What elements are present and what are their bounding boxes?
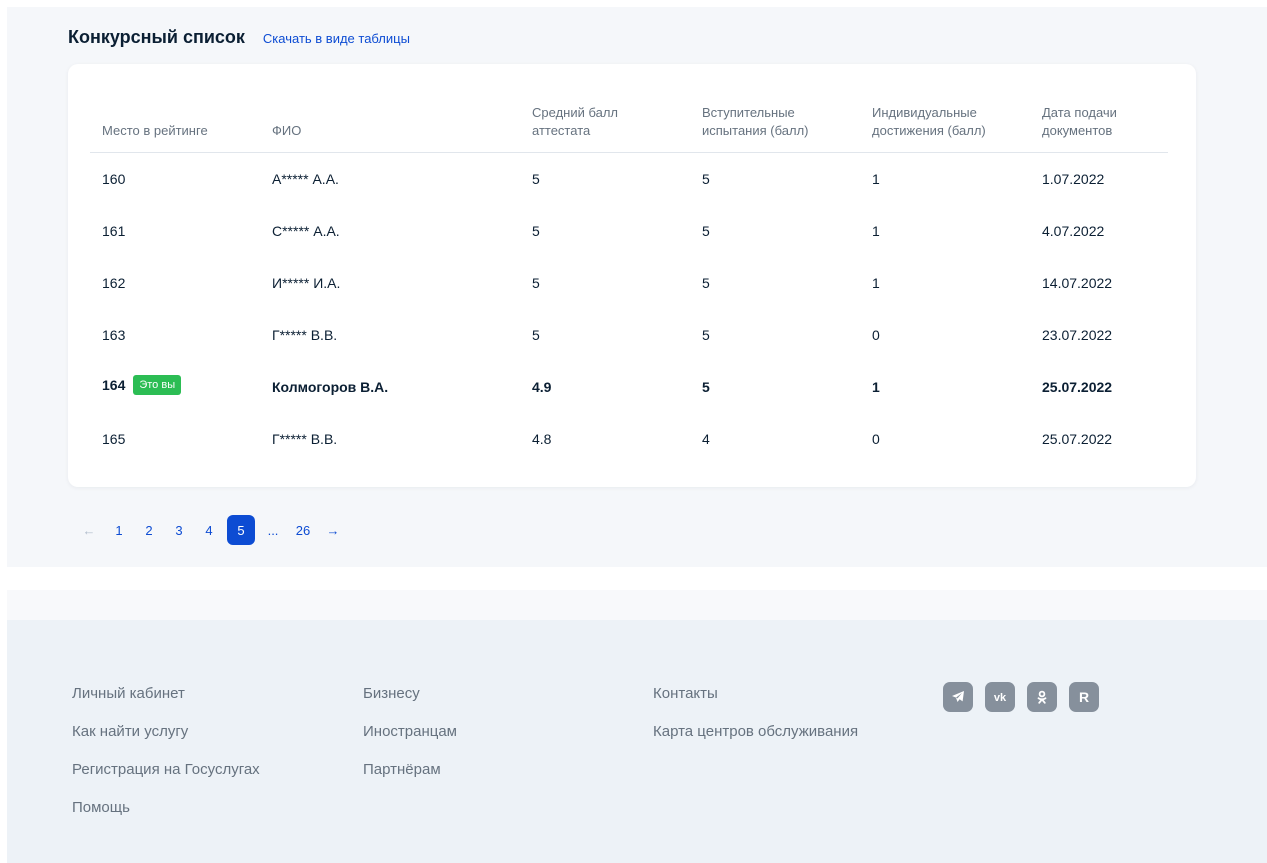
cell-achievements: 1 xyxy=(872,379,880,395)
cell-rank: 164 Это вы xyxy=(102,375,182,395)
table-row: 163 Г***** В.В. 5 5 0 23.07.2022 xyxy=(90,309,1168,361)
odnoklassniki-icon[interactable] xyxy=(1027,682,1057,712)
pagination-ellipsis: ... xyxy=(267,522,279,538)
table-row-current-user: 164 Это вы Колмогоров В.А. 4.9 5 1 25.07… xyxy=(90,361,1168,413)
footer-column-audiences: Бизнесу Иностранцам Партнёрам xyxy=(363,682,457,782)
current-user-badge: Это вы xyxy=(133,375,182,395)
header-average-score: Средний балл аттестата xyxy=(532,105,619,138)
header-submission-date: Дата подачи документов xyxy=(1042,105,1117,138)
cell-rank: 161 xyxy=(102,223,126,239)
page-1-button[interactable]: 1 xyxy=(104,515,134,545)
page-4-button[interactable]: 4 xyxy=(194,515,224,545)
cell-name: Г***** В.В. xyxy=(272,327,338,343)
table-row: 160 А***** А.А. 5 5 1 1.07.2022 xyxy=(90,153,1168,205)
footer-link-registration[interactable]: Регистрация на Госуслугах xyxy=(72,758,260,782)
table-row: 165 Г***** В.В. 4.8 4 0 25.07.2022 xyxy=(90,413,1168,465)
cell-achievements: 0 xyxy=(872,327,880,343)
cell-exam-score: 5 xyxy=(702,171,710,187)
vk-icon[interactable]: vk xyxy=(985,682,1015,712)
cell-average-score: 5 xyxy=(532,171,540,187)
page-5-button-current[interactable]: 5 xyxy=(227,515,255,545)
footer-link-help[interactable]: Помощь xyxy=(72,796,260,820)
cell-average-score: 4.9 xyxy=(532,379,552,395)
cell-date: 14.07.2022 xyxy=(1042,275,1113,291)
header-achievements: Индивидуальные достижения (балл) xyxy=(872,105,986,138)
site-footer: Личный кабинет Как найти услугу Регистра… xyxy=(7,620,1267,863)
telegram-icon[interactable] xyxy=(943,682,973,712)
cell-name: А***** А.А. xyxy=(272,171,339,187)
table-row: 162 И***** И.А. 5 5 1 14.07.2022 xyxy=(90,257,1168,309)
cell-date: 25.07.2022 xyxy=(1042,431,1113,447)
page-2-button[interactable]: 2 xyxy=(134,515,164,545)
footer-link-service-centers-map[interactable]: Карта центров обслуживания xyxy=(653,720,858,744)
header-rank: Место в рейтинге xyxy=(102,123,208,138)
footer-link-personal-account[interactable]: Личный кабинет xyxy=(72,682,260,706)
cell-achievements: 1 xyxy=(872,223,880,239)
cell-name: И***** И.А. xyxy=(272,275,341,291)
footer-link-find-service[interactable]: Как найти услугу xyxy=(72,720,260,744)
cell-exam-score: 5 xyxy=(702,327,710,343)
header-entrance-exams: Вступительные испытания (балл) xyxy=(702,105,809,138)
cell-rank: 165 xyxy=(102,431,126,447)
cell-average-score: 5 xyxy=(532,327,540,343)
cell-name: Г***** В.В. xyxy=(272,431,338,447)
cell-average-score: 5 xyxy=(532,223,540,239)
cell-date: 23.07.2022 xyxy=(1042,327,1113,343)
footer-link-foreigners[interactable]: Иностранцам xyxy=(363,720,457,744)
next-page-button[interactable]: → xyxy=(318,515,348,545)
page-3-button[interactable]: 3 xyxy=(164,515,194,545)
cell-exam-score: 4 xyxy=(702,431,710,447)
section-divider xyxy=(7,590,1267,620)
social-links: vk R xyxy=(943,682,1099,712)
footer-column-contacts: Контакты Карта центров обслуживания xyxy=(653,682,858,744)
header-name: ФИО xyxy=(272,123,302,138)
prev-page-button[interactable]: ← xyxy=(74,515,104,545)
page-title: Конкурсный список xyxy=(68,27,245,47)
cell-average-score: 4.8 xyxy=(532,431,552,447)
cell-exam-score: 5 xyxy=(702,275,710,291)
table-row: 161 С***** А.А. 5 5 1 4.07.2022 xyxy=(90,205,1168,257)
cell-rank: 160 xyxy=(102,171,126,187)
cell-date: 1.07.2022 xyxy=(1042,171,1105,187)
table-header: Место в рейтинге ФИО Средний балл аттеста… xyxy=(90,64,1168,153)
section-header: Конкурсный список Скачать в виде таблицы xyxy=(68,27,410,48)
cell-rank: 163 xyxy=(102,327,126,343)
footer-link-business[interactable]: Бизнесу xyxy=(363,682,457,706)
download-table-link[interactable]: Скачать в виде таблицы xyxy=(263,31,410,46)
svg-text:vk: vk xyxy=(994,692,1007,704)
ranking-table-card: Место в рейтинге ФИО Средний балл аттеста… xyxy=(68,64,1196,487)
cell-date: 25.07.2022 xyxy=(1042,379,1113,395)
svg-text:R: R xyxy=(1079,689,1089,705)
cell-achievements: 1 xyxy=(872,171,880,187)
cell-achievements: 1 xyxy=(872,275,880,291)
pagination: ← 1 2 3 4 5 ... 26 → xyxy=(74,515,348,545)
cell-name: С***** А.А. xyxy=(272,223,340,239)
cell-rank: 162 xyxy=(102,275,126,291)
page-26-button[interactable]: 26 xyxy=(288,515,318,545)
cell-name: Колмогоров В.А. xyxy=(272,379,389,395)
footer-link-contacts[interactable]: Контакты xyxy=(653,682,858,706)
rank-value: 164 xyxy=(102,377,126,393)
cell-date: 4.07.2022 xyxy=(1042,223,1105,239)
footer-link-partners[interactable]: Партнёрам xyxy=(363,758,457,782)
rutube-icon[interactable]: R xyxy=(1069,682,1099,712)
cell-average-score: 5 xyxy=(532,275,540,291)
cell-exam-score: 5 xyxy=(702,379,710,395)
cell-exam-score: 5 xyxy=(702,223,710,239)
cell-achievements: 0 xyxy=(872,431,880,447)
footer-column-account: Личный кабинет Как найти услугу Регистра… xyxy=(72,682,260,820)
